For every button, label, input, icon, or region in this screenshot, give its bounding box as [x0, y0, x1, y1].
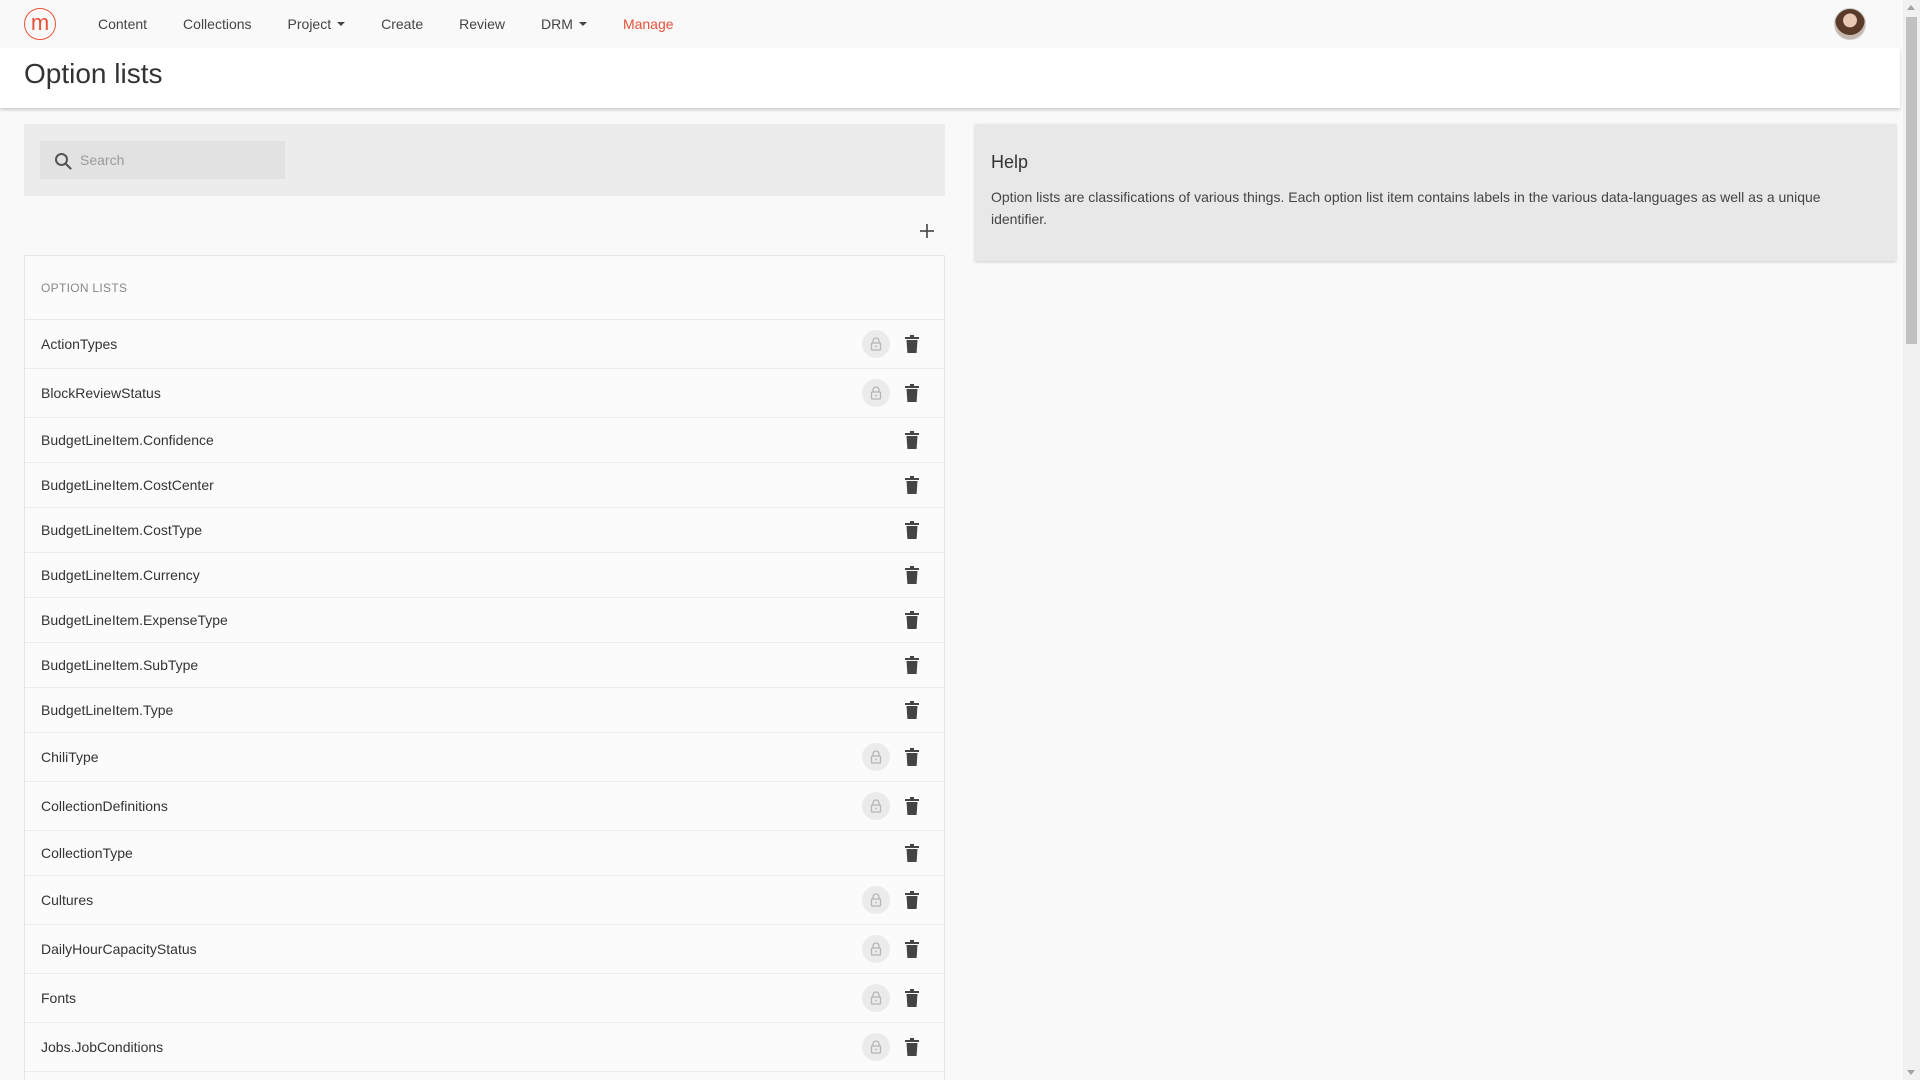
option-list-name: BudgetLineItem.CostCenter	[41, 477, 214, 493]
lock-icon	[862, 1033, 890, 1061]
lock-icon	[862, 984, 890, 1012]
delete-trash-icon[interactable]	[904, 890, 920, 910]
option-list-name: ChiliType	[41, 749, 99, 765]
delete-trash-icon[interactable]	[904, 747, 920, 767]
list-item[interactable]: ActionTypes	[25, 320, 944, 369]
option-list-name: BudgetLineItem.CostType	[41, 522, 203, 538]
option-list-name: CollectionDefinitions	[41, 798, 168, 814]
delete-trash-icon[interactable]	[904, 565, 920, 585]
lock-icon	[862, 792, 890, 820]
option-list-name: BudgetLineItem.SubType	[41, 657, 199, 673]
option-list-name: BudgetLineItem.Type	[41, 702, 174, 718]
list-item[interactable]: CollectionType	[25, 831, 944, 876]
list-item[interactable]: BudgetLineItem.Type	[25, 688, 944, 733]
caret-down-icon	[578, 22, 587, 26]
list-item[interactable]: CollectionDefinitions	[25, 782, 944, 831]
list-header: OPTION LISTS	[25, 256, 944, 320]
nav-item-label: Review	[459, 16, 506, 32]
add-option-list-button[interactable]	[914, 218, 940, 244]
nav-item-drm[interactable]: DRM	[523, 0, 605, 48]
option-list-name: BudgetLineItem.ExpenseType	[41, 612, 228, 628]
delete-trash-icon[interactable]	[904, 939, 920, 959]
help-text: Option lists are classifications of vari…	[991, 189, 1821, 227]
scroll-down-arrow-icon[interactable]	[1907, 1070, 1915, 1075]
list-item[interactable]: BudgetLineItem.SubType	[25, 643, 944, 688]
delete-trash-icon[interactable]	[904, 700, 920, 720]
scrollbar-thumb[interactable]	[1906, 17, 1917, 344]
option-list-name: Cultures	[41, 892, 94, 908]
list-item[interactable]: BlockReviewStatus	[25, 369, 944, 418]
list-item[interactable]: BudgetLineItem.ExpenseType	[25, 598, 944, 643]
lock-icon	[862, 935, 890, 963]
list-item[interactable]: BudgetLineItem.CostCenter	[25, 463, 944, 508]
search-panel	[24, 124, 945, 196]
option-list-name: BudgetLineItem.Confidence	[41, 432, 214, 448]
delete-trash-icon[interactable]	[904, 988, 920, 1008]
option-list-name: BudgetLineItem.Currency	[41, 567, 200, 583]
title-bar: Option lists	[0, 48, 1900, 108]
option-list-name: DailyHourCapacityStatus	[41, 941, 197, 957]
scroll-up-arrow-icon[interactable]	[1907, 5, 1915, 10]
user-avatar[interactable]	[1834, 8, 1866, 40]
top-navigation: m Content Collections Project Create Review D…	[0, 0, 1900, 48]
lock-icon	[862, 330, 890, 358]
option-list-name: BlockReviewStatus	[41, 385, 161, 401]
app-logo[interactable]: m	[24, 8, 56, 40]
delete-trash-icon[interactable]	[904, 520, 920, 540]
list-item[interactable]: DailyHourCapacityStatus	[25, 925, 944, 974]
lock-icon	[862, 743, 890, 771]
search-icon	[55, 153, 72, 170]
nav-item-manage[interactable]: Manage	[605, 0, 692, 48]
delete-trash-icon[interactable]	[904, 655, 920, 675]
search-input[interactable]	[80, 141, 280, 179]
nav-item-create[interactable]: Create	[363, 0, 441, 48]
page-title: Option lists	[24, 58, 163, 89]
lock-icon	[862, 379, 890, 407]
delete-trash-icon[interactable]	[904, 334, 920, 354]
plus-icon	[920, 224, 934, 238]
delete-trash-icon[interactable]	[904, 383, 920, 403]
nav-item-label: Project	[287, 16, 332, 32]
option-list-name: CollectionType	[41, 845, 133, 861]
nav-item-label: Content	[98, 16, 148, 32]
nav-item-collections[interactable]: Collections	[165, 0, 269, 48]
delete-trash-icon[interactable]	[904, 430, 920, 450]
nav-item-label: Manage	[622, 16, 674, 32]
nav-item-label: DRM	[541, 16, 573, 32]
list-item[interactable]: BudgetLineItem.CostType	[25, 508, 944, 553]
search-box[interactable]	[40, 141, 285, 179]
delete-trash-icon[interactable]	[904, 796, 920, 816]
delete-trash-icon[interactable]	[904, 843, 920, 863]
list-item[interactable]: Cultures	[25, 876, 944, 925]
list-item[interactable]: BudgetLineItem.Confidence	[25, 418, 944, 463]
nav-item-review[interactable]: Review	[441, 0, 523, 48]
option-list-name: ActionTypes	[41, 336, 118, 352]
option-list-name: Fonts	[41, 990, 77, 1006]
help-panel: Help Option lists are classifications of…	[975, 124, 1896, 261]
delete-trash-icon[interactable]	[904, 475, 920, 495]
nav-menu: Content Collections Project Create Review DRM…	[80, 0, 692, 48]
list-item[interactable]: ChiliType	[25, 733, 944, 782]
list-item[interactable]	[25, 1072, 944, 1080]
page-scrollbar[interactable]	[1903, 0, 1920, 1080]
nav-item-content[interactable]: Content	[80, 0, 165, 48]
option-list-rows: ActionTypes BlockReviewStatus BudgetLineIt…	[25, 320, 944, 1080]
caret-down-icon	[337, 22, 346, 26]
nav-item-label: Create	[381, 16, 424, 32]
delete-trash-icon[interactable]	[904, 610, 920, 630]
list-item[interactable]: Jobs.JobConditions	[25, 1023, 944, 1072]
delete-trash-icon[interactable]	[904, 1037, 920, 1057]
option-lists-card: OPTION LISTS ActionTypes BlockReviewStatu…	[24, 255, 945, 1080]
nav-item-project[interactable]: Project	[270, 0, 364, 48]
lock-icon	[862, 886, 890, 914]
nav-item-label: Collections	[183, 16, 252, 32]
list-item[interactable]: BudgetLineItem.Currency	[25, 553, 944, 598]
list-item[interactable]: Fonts	[25, 974, 944, 1023]
help-title: Help	[991, 152, 1029, 172]
option-list-name: Jobs.JobConditions	[41, 1039, 164, 1055]
